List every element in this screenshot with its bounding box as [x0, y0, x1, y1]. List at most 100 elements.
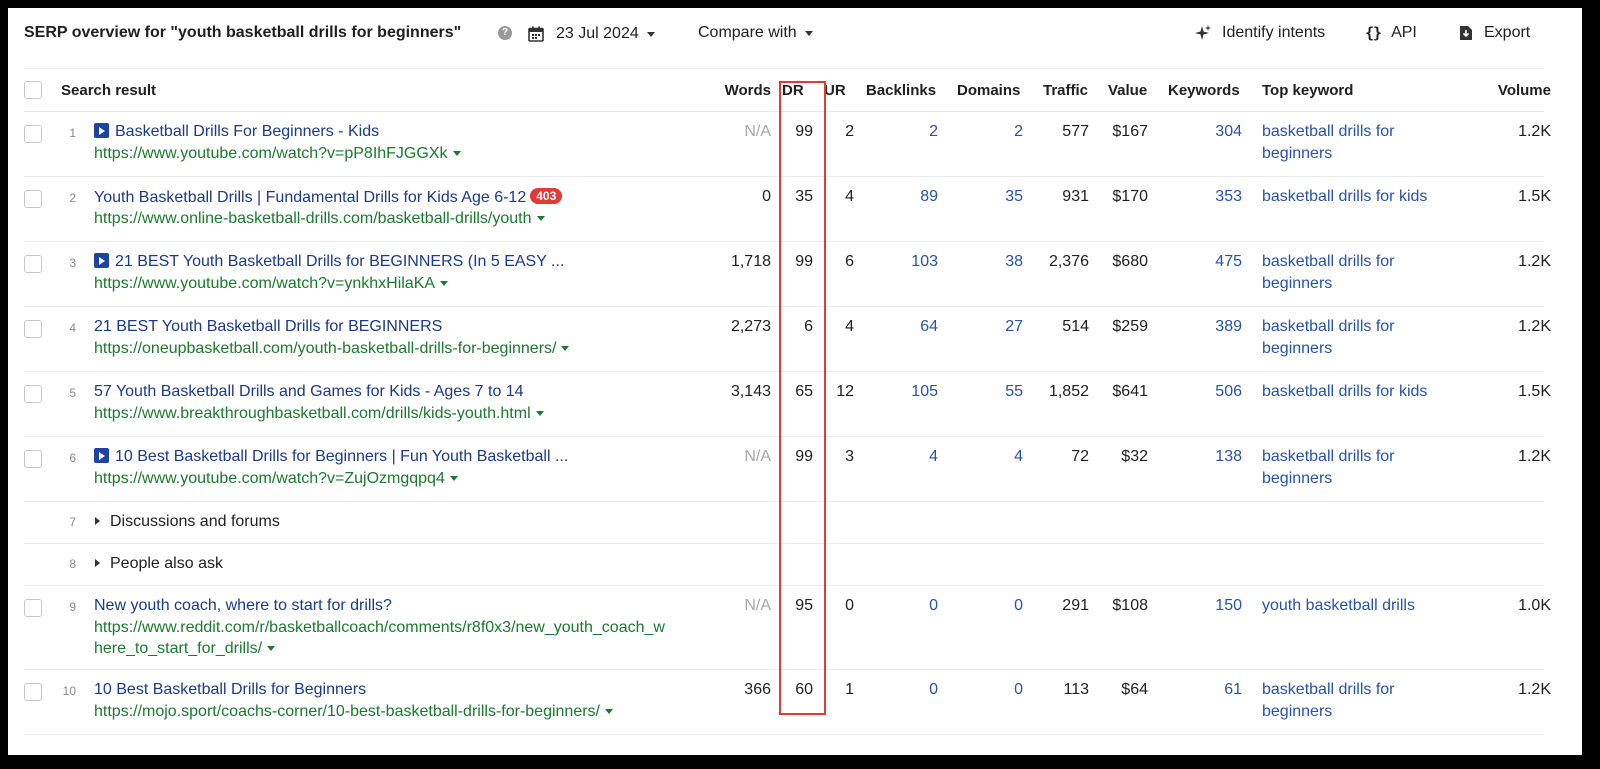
result-title-link[interactable]: 57 Youth Basketball Drills and Games for… [94, 383, 524, 400]
result-url[interactable]: https://www.online-basketball-drills.com… [94, 210, 545, 228]
date-picker[interactable]: 23 Jul 2024 [528, 24, 655, 44]
top-keyword[interactable]: basketball drills for [1262, 448, 1395, 466]
result-url-text[interactable]: here_to_start_for_drills/ [94, 640, 262, 657]
keywords-value[interactable]: 353 [1215, 188, 1242, 206]
keywords-value[interactable]: 506 [1215, 383, 1242, 401]
backlinks-value[interactable]: 2 [929, 123, 938, 141]
top-keyword[interactable]: basketball drills for [1262, 318, 1395, 336]
backlinks-value[interactable]: 89 [920, 188, 938, 206]
serp-feature-discussions[interactable]: 7 Discussions and forums [24, 502, 1544, 544]
top-keyword[interactable]: basketball drills for [1262, 253, 1395, 271]
result-title-link[interactable]: Basketball Drills For Beginners - Kids [115, 123, 379, 140]
keywords-value[interactable]: 475 [1215, 253, 1242, 271]
col-keywords[interactable]: Keywords [1168, 82, 1240, 99]
result-title-link[interactable]: New youth coach, where to start for dril… [94, 597, 392, 614]
col-traffic[interactable]: Traffic [1043, 82, 1088, 99]
result-title[interactable]: New youth coach, where to start for dril… [94, 597, 392, 615]
compare-with-dropdown[interactable]: Compare with [698, 24, 813, 42]
row-checkbox[interactable] [24, 320, 42, 338]
export-button[interactable]: Export [1458, 24, 1530, 42]
col-domains[interactable]: Domains [957, 82, 1020, 99]
result-title-link[interactable]: 21 BEST Youth Basketball Drills for BEGI… [94, 318, 442, 335]
result-url-text[interactable]: https://www.online-basketball-drills.com… [94, 210, 532, 227]
domains-value[interactable]: 0 [1014, 681, 1023, 699]
keywords-value[interactable]: 138 [1215, 448, 1242, 466]
col-top-keyword[interactable]: Top keyword [1262, 82, 1353, 99]
col-backlinks[interactable]: Backlinks [866, 82, 936, 99]
domains-value[interactable]: 4 [1014, 448, 1023, 466]
result-title-link[interactable]: 10 Best Basketball Drills for Beginners … [115, 448, 568, 465]
backlinks-value[interactable]: 0 [929, 681, 938, 699]
result-title[interactable]: 10 Best Basketball Drills for Beginners [94, 681, 366, 699]
result-title-link[interactable]: Youth Basketball Drills | Fundamental Dr… [94, 189, 526, 206]
result-title[interactable]: Basketball Drills For Beginners - Kids [94, 123, 379, 141]
col-search-result[interactable]: Search result [61, 82, 156, 99]
result-url-continued[interactable]: here_to_start_for_drills/ [94, 640, 276, 658]
backlinks-value[interactable]: 105 [911, 383, 938, 401]
top-keyword-continued[interactable]: beginners [1262, 275, 1332, 293]
result-url-text[interactable]: https://www.youtube.com/watch?v=ynkhxHil… [94, 275, 435, 292]
top-keyword[interactable]: basketball drills for [1262, 681, 1395, 699]
col-volume[interactable]: Volume [1498, 82, 1551, 99]
help-icon[interactable]: ? [498, 26, 512, 40]
domains-value[interactable]: 55 [1005, 383, 1023, 401]
domains-value[interactable]: 35 [1005, 188, 1023, 206]
result-url[interactable]: https://www.reddit.com/r/basketballcoach… [94, 619, 665, 637]
keywords-value[interactable]: 389 [1215, 318, 1242, 336]
result-url[interactable]: https://oneupbasketball.com/youth-basket… [94, 340, 570, 358]
row-checkbox[interactable] [24, 125, 42, 143]
result-url-text[interactable]: https://www.reddit.com/r/basketballcoach… [94, 619, 665, 636]
top-keyword-continued[interactable]: beginners [1262, 703, 1332, 721]
row-checkbox[interactable] [24, 255, 42, 273]
keywords-value[interactable]: 304 [1215, 123, 1242, 141]
result-title-link[interactable]: 21 BEST Youth Basketball Drills for BEGI… [115, 253, 564, 270]
row-checkbox[interactable] [24, 683, 42, 701]
top-keyword-continued[interactable]: beginners [1262, 340, 1332, 358]
result-url[interactable]: https://www.youtube.com/watch?v=ZujOzmgq… [94, 470, 458, 488]
result-title-link[interactable]: 10 Best Basketball Drills for Beginners [94, 681, 366, 698]
domains-value[interactable]: 2 [1014, 123, 1023, 141]
result-url-text[interactable]: https://oneupbasketball.com/youth-basket… [94, 340, 556, 357]
col-dr[interactable]: DR [782, 82, 804, 99]
chevron-down-icon[interactable] [561, 346, 570, 351]
result-url-text[interactable]: https://www.youtube.com/watch?v=pP8IhFJG… [94, 145, 448, 162]
top-keyword[interactable]: basketball drills for kids [1262, 188, 1427, 206]
chevron-down-icon[interactable] [267, 646, 276, 651]
api-button[interactable]: {} API [1365, 24, 1417, 42]
keywords-value[interactable]: 150 [1215, 597, 1242, 615]
identify-intents-button[interactable]: Identify intents [1194, 24, 1325, 42]
result-url[interactable]: https://www.youtube.com/watch?v=ynkhxHil… [94, 275, 449, 293]
result-title[interactable]: 21 BEST Youth Basketball Drills for BEGI… [94, 253, 564, 271]
keywords-value[interactable]: 61 [1224, 681, 1242, 699]
serp-feature-people-also-ask[interactable]: 8 People also ask [24, 544, 1544, 586]
backlinks-value[interactable]: 64 [920, 318, 938, 336]
result-url[interactable]: https://www.breakthroughbasketball.com/d… [94, 405, 544, 423]
backlinks-value[interactable]: 103 [911, 253, 938, 271]
col-value[interactable]: Value [1108, 82, 1147, 99]
result-title[interactable]: 57 Youth Basketball Drills and Games for… [94, 383, 524, 401]
chevron-down-icon[interactable] [440, 281, 449, 286]
chevron-down-icon[interactable] [452, 151, 461, 156]
result-title[interactable]: Youth Basketball Drills | Fundamental Dr… [94, 188, 563, 207]
backlinks-value[interactable]: 0 [929, 597, 938, 615]
result-title[interactable]: 10 Best Basketball Drills for Beginners … [94, 448, 568, 466]
row-checkbox[interactable] [24, 599, 42, 617]
chevron-down-icon[interactable] [605, 709, 613, 714]
top-keyword[interactable]: basketball drills for [1262, 123, 1395, 141]
result-url-text[interactable]: https://www.breakthroughbasketball.com/d… [94, 405, 531, 422]
chevron-down-icon[interactable] [535, 411, 544, 416]
row-checkbox[interactable] [24, 190, 42, 208]
backlinks-value[interactable]: 4 [929, 448, 938, 466]
col-ur[interactable]: UR [824, 82, 846, 99]
result-url[interactable]: https://www.youtube.com/watch?v=pP8IhFJG… [94, 145, 461, 163]
top-keyword[interactable]: youth basketball drills [1262, 597, 1415, 615]
domains-value[interactable]: 0 [1014, 597, 1023, 615]
select-all-checkbox[interactable] [24, 81, 42, 99]
result-url-text[interactable]: https://mojo.sport/coachs-corner/10-best… [94, 703, 600, 720]
result-title[interactable]: 21 BEST Youth Basketball Drills for BEGI… [94, 318, 442, 336]
result-url[interactable]: https://mojo.sport/coachs-corner/10-best… [94, 703, 613, 721]
row-checkbox[interactable] [24, 450, 42, 468]
chevron-down-icon[interactable] [536, 216, 545, 221]
domains-value[interactable]: 38 [1005, 253, 1023, 271]
result-url-text[interactable]: https://www.youtube.com/watch?v=ZujOzmgq… [94, 470, 445, 487]
